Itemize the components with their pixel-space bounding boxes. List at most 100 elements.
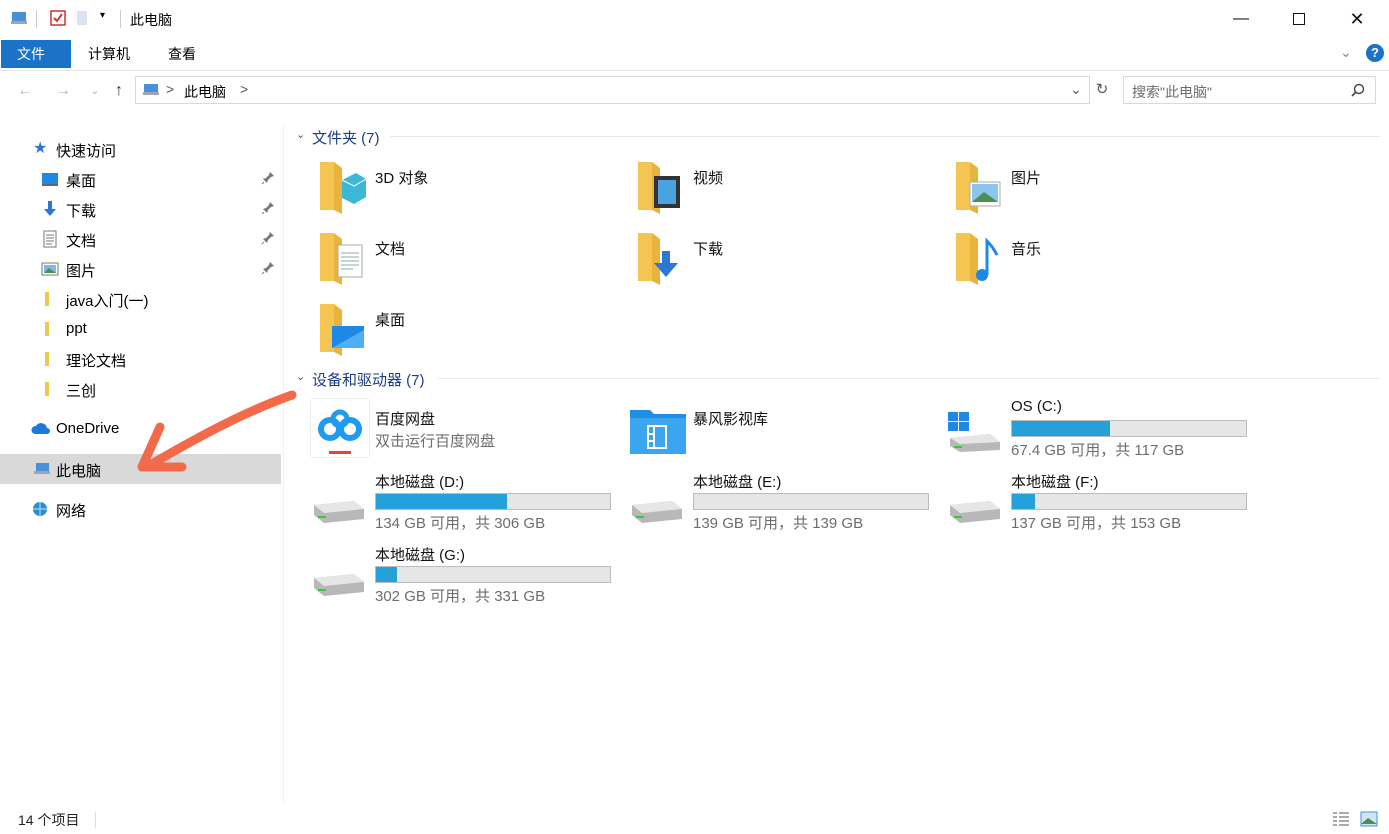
drive-usage-fill <box>1012 421 1111 436</box>
divider <box>95 812 96 828</box>
folder-tile-pictures[interactable]: 图片 <box>946 155 1256 225</box>
drive-usage-bar <box>375 566 611 583</box>
sidebar-item-java-folder[interactable]: java入门(一) <box>0 284 281 314</box>
drive-tile-c[interactable]: OS (C:) 67.4 GB 可用，共 117 GB <box>946 398 1256 468</box>
sidebar-item-label: 快速访问 <box>56 143 117 160</box>
star-icon: ★ <box>33 140 48 157</box>
sidebar-item-desktop[interactable]: 桌面 <box>0 164 281 194</box>
drive-usage-bar <box>1011 493 1247 510</box>
divider <box>438 378 1380 379</box>
app-tile-baofeng-library[interactable]: 暴风影视库 <box>628 398 938 468</box>
folder-tile-downloads[interactable]: 下载 <box>628 226 938 296</box>
folder-tile-videos[interactable]: 视频 <box>628 155 938 225</box>
item-count: 14 个项目 <box>18 812 80 828</box>
search-input[interactable]: 搜索"此电脑" <box>1123 76 1376 104</box>
up-icon[interactable]: ↑ <box>108 80 130 102</box>
new-folder-icon[interactable] <box>74 9 92 27</box>
breadcrumb-separator[interactable]: > <box>166 81 174 97</box>
3d-objects-folder-icon <box>320 162 366 214</box>
status-bar: 14 个项目 <box>0 806 1389 834</box>
back-icon[interactable]: ← <box>14 80 36 102</box>
hard-drive-icon <box>314 501 364 523</box>
address-bar[interactable]: > 此电脑 > ⌄ <box>135 76 1090 104</box>
drive-usage-fill <box>1012 494 1036 509</box>
sidebar-item-downloads[interactable]: 下载 <box>0 194 281 224</box>
drive-tile-d[interactable]: 本地磁盘 (D:) 134 GB 可用，共 306 GB <box>310 471 620 541</box>
breadcrumb-this-pc[interactable]: 此电脑 <box>184 82 226 102</box>
folder-icon <box>45 292 49 306</box>
tile-label: 文档 <box>375 241 406 258</box>
pin-icon[interactable] <box>261 231 275 245</box>
hard-drive-icon <box>632 501 682 523</box>
baidu-netdisk-icon <box>310 398 370 458</box>
forward-icon[interactable]: → <box>52 80 74 102</box>
address-dropdown-icon[interactable]: ⌄ <box>1070 81 1082 98</box>
folder-icon <box>45 352 49 366</box>
tab-file[interactable]: 文件 <box>1 40 71 68</box>
pin-icon[interactable] <box>261 171 275 185</box>
close-button[interactable]: ✕ <box>1334 0 1380 38</box>
hard-drive-icon <box>950 501 1000 523</box>
section-header-devices[interactable]: 设备和驱动器 (7) <box>312 369 425 390</box>
drive-tile-g[interactable]: 本地磁盘 (G:) 302 GB 可用，共 331 GB <box>310 544 620 614</box>
this-pc-icon <box>143 84 159 95</box>
sidebar-item-pictures[interactable]: 图片 <box>0 254 281 284</box>
drive-tile-e[interactable]: 本地磁盘 (E:) 139 GB 可用，共 139 GB <box>628 471 938 541</box>
large-icons-view-icon[interactable] <box>1360 811 1378 827</box>
minimize-button[interactable]: — <box>1218 0 1264 38</box>
hard-drive-icon <box>314 574 364 596</box>
app-tile-baidu-netdisk[interactable]: 百度网盘 双击运行百度网盘 <box>310 398 620 468</box>
sidebar-item-theory-folder[interactable]: 理论文档 <box>0 344 281 374</box>
section-header-folders[interactable]: 文件夹 (7) <box>312 127 380 148</box>
sidebar-item-label: OneDrive <box>56 420 120 437</box>
sidebar-item-documents[interactable]: 文档 <box>0 224 281 254</box>
sidebar-item-ppt-folder[interactable]: ppt <box>0 314 281 344</box>
tab-computer[interactable]: 计算机 <box>72 40 146 68</box>
maximize-button[interactable] <box>1276 0 1322 38</box>
folder-tile-music[interactable]: 音乐 <box>946 226 1256 296</box>
pin-icon[interactable] <box>261 261 275 275</box>
sidebar-item-quick-access[interactable]: ★ 快速访问 <box>0 134 281 164</box>
folder-tile-documents[interactable]: 文档 <box>310 226 620 296</box>
drive-usage-bar <box>375 493 611 510</box>
tile-subtitle: 302 GB 可用，共 331 GB <box>375 588 546 605</box>
help-icon[interactable]: ? <box>1366 44 1384 62</box>
customize-toolbar-icon[interactable]: ▾ <box>100 10 105 21</box>
media-library-folder-icon <box>630 410 686 454</box>
properties-icon[interactable] <box>49 9 67 27</box>
recent-locations-icon[interactable]: ⌄ <box>84 80 106 102</box>
collapse-chevron-icon[interactable]: ⌄ <box>296 128 305 141</box>
music-folder-icon <box>956 233 999 285</box>
tab-view[interactable]: 查看 <box>152 40 212 68</box>
drive-usage-bar <box>1011 420 1247 437</box>
downloads-folder-icon <box>638 233 678 285</box>
collapse-chevron-icon[interactable]: ⌄ <box>296 370 305 383</box>
tile-subtitle: 双击运行百度网盘 <box>375 433 496 450</box>
tile-label: 桌面 <box>375 312 406 329</box>
details-view-icon[interactable] <box>1332 811 1350 827</box>
folder-tile-3d-objects[interactable]: 3D 对象 <box>310 155 620 225</box>
ribbon: 文件 计算机 查看 ⌄ ? <box>0 38 1389 71</box>
pin-icon[interactable] <box>261 201 275 215</box>
picture-icon <box>41 262 59 276</box>
tile-label: 下载 <box>693 241 724 258</box>
tile-subtitle: 137 GB 可用，共 153 GB <box>1011 515 1182 532</box>
sidebar-item-network[interactable]: 网络 <box>0 494 281 524</box>
expand-ribbon-icon[interactable]: ⌄ <box>1340 44 1352 61</box>
drive-tile-f[interactable]: 本地磁盘 (F:) 137 GB 可用，共 153 GB <box>946 471 1256 541</box>
breadcrumb-separator[interactable]: > <box>240 81 248 97</box>
sidebar-item-label: 桌面 <box>66 173 97 190</box>
search-placeholder: 搜索"此电脑" <box>1132 84 1212 100</box>
tile-label: 暴风影视库 <box>693 411 769 428</box>
desktop-folder-icon <box>320 304 364 356</box>
folder-tile-desktop[interactable]: 桌面 <box>310 297 620 367</box>
folder-icon <box>45 322 49 336</box>
search-icon[interactable] <box>1351 83 1365 97</box>
cloud-icon <box>31 423 50 434</box>
tile-label: 本地磁盘 (E:) <box>693 474 782 491</box>
sidebar-item-label: ppt <box>66 320 87 337</box>
refresh-icon[interactable]: ↻ <box>1092 78 1112 102</box>
tile-subtitle: 134 GB 可用，共 306 GB <box>375 515 546 532</box>
document-icon <box>43 230 57 248</box>
tile-label: 图片 <box>1011 170 1042 187</box>
